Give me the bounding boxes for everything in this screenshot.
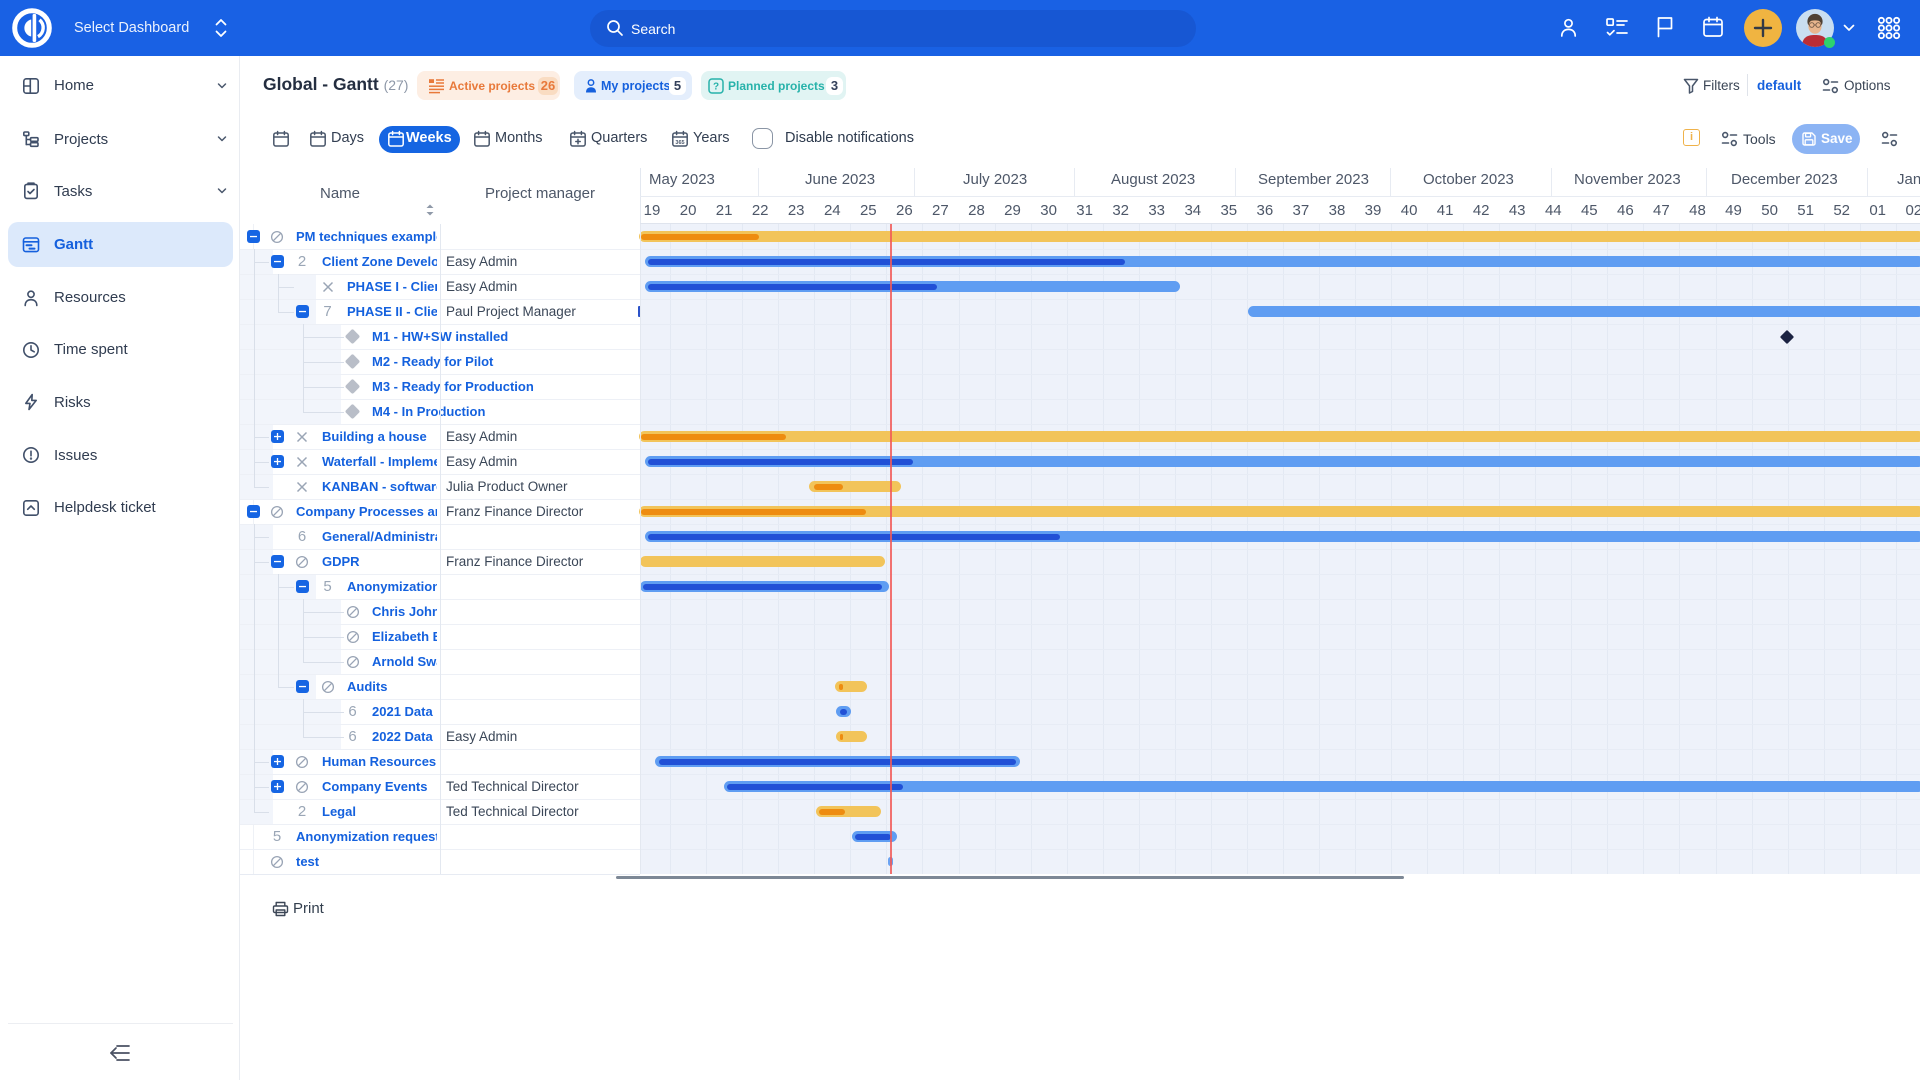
svg-text:365: 365 — [675, 140, 684, 146]
svg-text:?: ? — [713, 81, 719, 92]
